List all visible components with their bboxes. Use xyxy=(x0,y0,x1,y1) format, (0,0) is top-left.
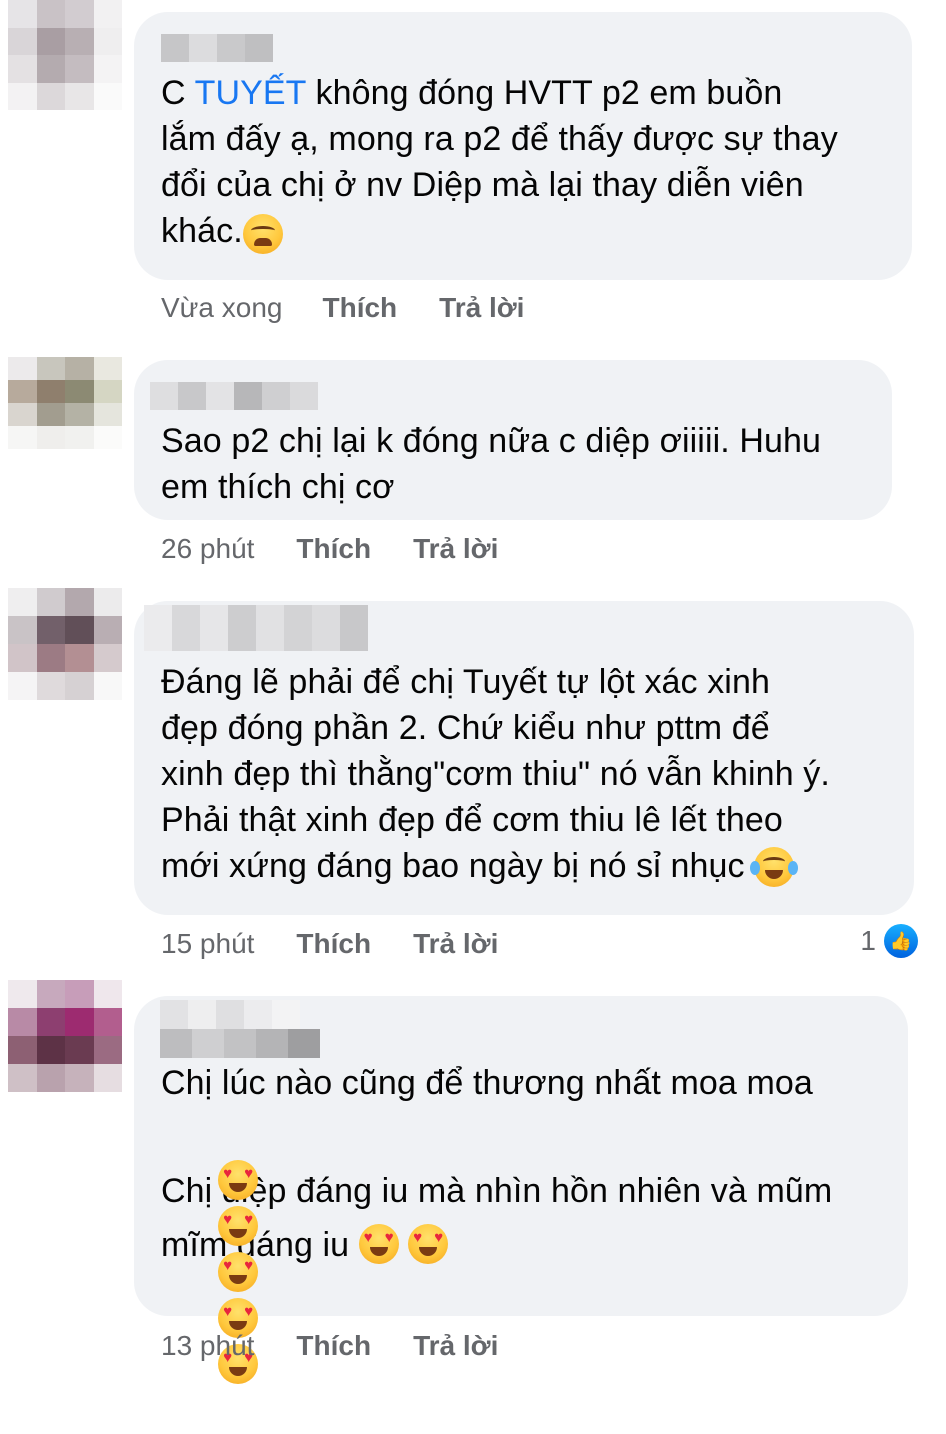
commenter-name-blurred[interactable] xyxy=(160,1000,320,1058)
comment-text-line: Chị diệp đáng iu mà nhìn hồn nhiên và mũ… xyxy=(161,1172,833,1210)
reply-button[interactable]: Trả lời xyxy=(413,928,498,960)
comment-text-line: mĩm đáng iu xyxy=(161,1214,882,1268)
comment-text: C TUYẾT không đóng HVTT p2 em buồn lắm đ… xyxy=(161,70,886,254)
weary-face-emoji xyxy=(242,214,283,254)
comment-time[interactable]: 15 phút xyxy=(161,928,254,960)
heart-eyes-emoji xyxy=(408,1224,449,1264)
heart-eyes-emoji xyxy=(218,1252,259,1292)
comment-actions: 26 phút Thích Trả lời xyxy=(161,533,540,565)
reply-button[interactable]: Trả lời xyxy=(413,1330,498,1362)
mention-link[interactable]: TUYẾT xyxy=(195,74,306,112)
comment-text-line: Chị lúc nào cũng để thương nhất moa moa xyxy=(161,1064,813,1102)
commenter-name-blurred[interactable] xyxy=(150,382,318,410)
comment-actions: 13 phút Thích Trả lời xyxy=(161,1330,540,1362)
reply-button[interactable]: Trả lời xyxy=(439,292,524,324)
avatar[interactable] xyxy=(8,588,122,700)
comment-bubble: Chị lúc nào cũng để thương nhất moa moa … xyxy=(134,996,908,1384)
heart-eyes-emoji xyxy=(358,1224,399,1264)
comment-text: Sao p2 chị lại k đóng nữa c diệp ơiiiii.… xyxy=(161,422,822,506)
comment-bubble: Đáng lẽ phải để chị Tuyết tự lột xác xin… xyxy=(134,601,914,915)
comment-time[interactable]: 26 phút xyxy=(161,533,254,565)
comment-bubble: C TUYẾT không đóng HVTT p2 em buồn lắm đ… xyxy=(134,12,912,280)
comment-actions: Vừa xong Thích Trả lời xyxy=(161,292,566,324)
like-reaction-icon: 👍 xyxy=(884,924,918,958)
reaction-summary[interactable]: 1 👍 xyxy=(860,924,918,958)
avatar[interactable] xyxy=(8,980,122,1092)
comment-bubble: Sao p2 chị lại k đóng nữa c diệp ơiiiii.… xyxy=(134,360,892,520)
commenter-name-blurred[interactable] xyxy=(161,34,273,62)
like-button[interactable]: Thích xyxy=(296,533,371,565)
comment-time[interactable]: Vừa xong xyxy=(161,292,283,324)
reply-button[interactable]: Trả lời xyxy=(413,533,498,565)
heart-eyes-emoji xyxy=(218,1160,259,1200)
avatar[interactable] xyxy=(8,357,122,449)
laughing-tears-emoji xyxy=(750,847,799,887)
emoji-row xyxy=(161,1106,882,1384)
commenter-name-blurred[interactable] xyxy=(144,605,368,651)
heart-eyes-emoji xyxy=(218,1206,259,1246)
comment-text: Đáng lẽ phải để chị Tuyết tự lột xác xin… xyxy=(161,663,830,887)
comment-time[interactable]: 13 phút xyxy=(161,1330,254,1362)
reaction-count: 1 xyxy=(860,925,876,956)
like-button[interactable]: Thích xyxy=(296,928,371,960)
like-button[interactable]: Thích xyxy=(296,1330,371,1362)
like-button[interactable]: Thích xyxy=(323,292,398,324)
avatar[interactable] xyxy=(8,0,122,110)
comment-actions: 15 phút Thích Trả lời xyxy=(161,928,540,960)
